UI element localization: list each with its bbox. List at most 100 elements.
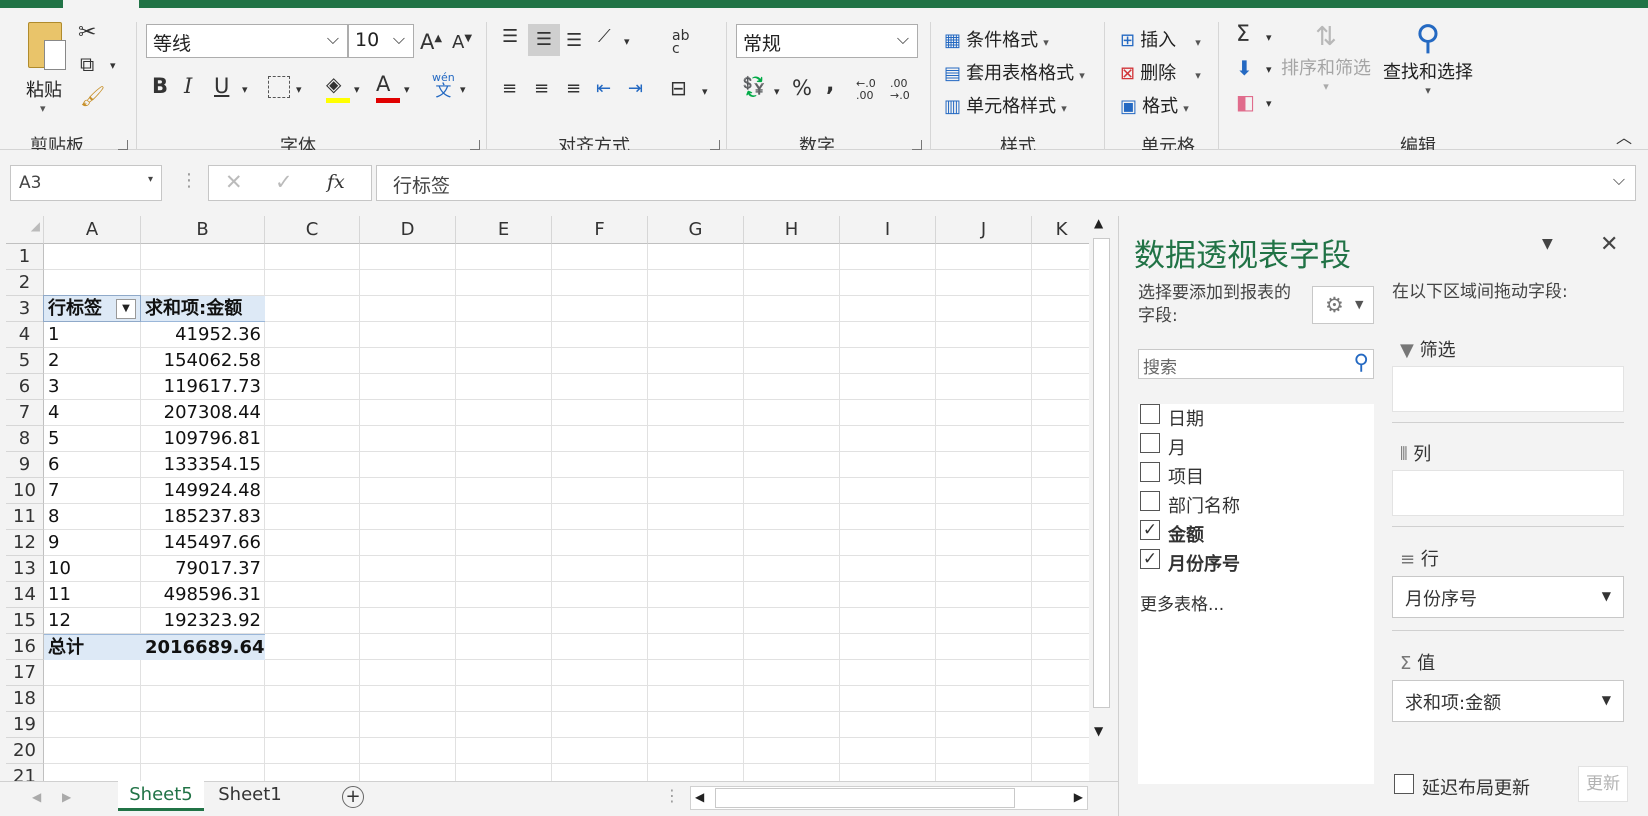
bold-button[interactable]: B bbox=[152, 76, 168, 97]
field-item[interactable]: 日期 bbox=[1138, 404, 1374, 432]
font-color-dropdown-icon[interactable]: ▾ bbox=[404, 84, 410, 95]
cell-styles-button[interactable]: ▥ 单元格样式 ▾ bbox=[944, 92, 1067, 118]
column-header-b[interactable]: B bbox=[141, 216, 265, 244]
row-header-21[interactable]: 21 bbox=[6, 764, 44, 781]
column-header-j[interactable]: J bbox=[936, 216, 1032, 244]
merge-dropdown-icon[interactable]: ▾ bbox=[702, 86, 708, 97]
row-header-20[interactable]: 20 bbox=[6, 738, 44, 764]
merge-center-icon[interactable]: ⊟ bbox=[670, 78, 687, 98]
font-launcher-icon[interactable] bbox=[470, 140, 480, 150]
pivot-row-value[interactable]: 79017.37 bbox=[141, 556, 265, 582]
delete-button[interactable]: ⊠ 删除 ▾ bbox=[1120, 59, 1201, 85]
column-header-a[interactable]: A bbox=[44, 216, 141, 244]
field-checkbox[interactable] bbox=[1140, 433, 1160, 453]
worksheet-grid[interactable]: ◢ A B C D E F G H I J K 1 2 3 4 5 6 7 8 9 10 11 12 13 14 15 16 17 18 1… bbox=[6, 216, 1089, 781]
clear-icon[interactable]: ◧ bbox=[1236, 92, 1255, 112]
align-middle-icon[interactable]: ☰ bbox=[528, 24, 560, 56]
percent-style-button[interactable]: % bbox=[792, 78, 812, 99]
pivot-row-label[interactable]: 10 bbox=[44, 556, 141, 582]
expand-formula-icon[interactable]: ⌵ bbox=[1613, 170, 1625, 190]
pivot-row-value[interactable]: 154062.58 bbox=[141, 348, 265, 374]
accounting-format-icon[interactable]: 💱 bbox=[742, 78, 766, 97]
pivot-row-label[interactable]: 8 bbox=[44, 504, 141, 530]
align-right-icon[interactable]: ≡ bbox=[566, 80, 581, 98]
copy-icon[interactable]: ⧉ bbox=[80, 54, 94, 74]
collapse-ribbon-icon[interactable]: ︿ bbox=[1616, 130, 1632, 146]
autosum-dropdown-icon[interactable]: ▾ bbox=[1266, 32, 1272, 43]
row-header-3[interactable]: 3 bbox=[6, 296, 44, 322]
alignment-launcher-icon[interactable] bbox=[710, 140, 720, 150]
row-header-14[interactable]: 14 bbox=[6, 582, 44, 608]
font-color-icon[interactable]: A bbox=[376, 74, 400, 103]
scroll-down-icon[interactable]: ▼ bbox=[1094, 724, 1103, 738]
pivot-row-label[interactable]: 12 bbox=[44, 608, 141, 634]
pivot-row-label[interactable]: 2 bbox=[44, 348, 141, 374]
chevron-down-icon[interactable]: ▼ bbox=[1602, 693, 1611, 707]
column-header-e[interactable]: E bbox=[456, 216, 552, 244]
row-label-filter-button[interactable]: ▼ bbox=[116, 299, 136, 319]
more-tables-link[interactable]: 更多表格... bbox=[1140, 590, 1224, 615]
row-header-11[interactable]: 11 bbox=[6, 504, 44, 530]
pane-options-icon[interactable]: ▼ bbox=[1542, 236, 1553, 252]
orientation-dropdown-icon[interactable]: ▾ bbox=[624, 36, 630, 47]
comma-style-button[interactable]: , bbox=[826, 74, 834, 96]
pivot-row-value[interactable]: 145497.66 bbox=[141, 530, 265, 556]
pivot-row-value[interactable]: 133354.15 bbox=[141, 452, 265, 478]
clear-dropdown-icon[interactable]: ▾ bbox=[1266, 98, 1272, 109]
format-button[interactable]: ▣ 格式 ▾ bbox=[1120, 92, 1189, 118]
tab-split-icon[interactable]: ⋮ bbox=[664, 788, 680, 804]
next-sheet-icon[interactable]: ▶ bbox=[62, 791, 71, 803]
formula-input[interactable]: 行标签 ⌵ bbox=[376, 165, 1636, 201]
row-header-12[interactable]: 12 bbox=[6, 530, 44, 556]
sheet-tab-sheet5[interactable]: Sheet5 bbox=[118, 781, 204, 811]
pivot-row-label[interactable]: 7 bbox=[44, 478, 141, 504]
field-checkbox[interactable]: ✓ bbox=[1140, 520, 1160, 540]
pivot-row-value[interactable]: 41952.36 bbox=[141, 322, 265, 348]
column-header-g[interactable]: G bbox=[648, 216, 744, 244]
field-settings-button[interactable]: ⚙ ▼ bbox=[1312, 286, 1374, 324]
field-item[interactable]: 部门名称 bbox=[1138, 491, 1374, 519]
align-center-icon[interactable]: ≡ bbox=[534, 80, 549, 98]
align-bottom-icon[interactable]: ☰ bbox=[566, 32, 582, 50]
row-header-7[interactable]: 7 bbox=[6, 400, 44, 426]
pivot-row-label[interactable]: 11 bbox=[44, 582, 141, 608]
sheet-tab-sheet1[interactable]: Sheet1 bbox=[208, 782, 292, 810]
field-item[interactable]: ✓ 金额 bbox=[1138, 520, 1374, 548]
row-header-17[interactable]: 17 bbox=[6, 660, 44, 686]
pivot-row-label[interactable]: 6 bbox=[44, 452, 141, 478]
insert-button[interactable]: ⊞ 插入 ▾ bbox=[1120, 26, 1201, 52]
column-header-d[interactable]: D bbox=[360, 216, 456, 244]
field-checkbox[interactable] bbox=[1140, 491, 1160, 511]
clipboard-launcher-icon[interactable] bbox=[118, 140, 128, 150]
sort-filter-button[interactable]: ⇅ 排序和筛选 ▾ bbox=[1280, 22, 1372, 93]
pivot-row-label[interactable]: 4 bbox=[44, 400, 141, 426]
field-item[interactable]: 月 bbox=[1138, 433, 1374, 461]
decrease-indent-icon[interactable]: ⇤ bbox=[596, 80, 611, 98]
pivot-row-label[interactable]: 1 bbox=[44, 322, 141, 348]
align-top-icon[interactable]: ☰ bbox=[502, 28, 518, 46]
increase-indent-icon[interactable]: ⇥ bbox=[628, 80, 643, 98]
column-header-h[interactable]: H bbox=[744, 216, 840, 244]
increase-font-icon[interactable]: A▲ bbox=[420, 32, 442, 53]
columns-drop-zone[interactable] bbox=[1392, 470, 1624, 516]
pivot-value-header[interactable]: 求和项:金额 bbox=[141, 296, 265, 322]
fill-icon[interactable]: ⬇ bbox=[1236, 58, 1253, 78]
field-checkbox[interactable] bbox=[1140, 404, 1160, 424]
number-launcher-icon[interactable] bbox=[912, 140, 922, 150]
font-name-combo[interactable]: 等线 ⌵ bbox=[146, 24, 348, 58]
scroll-up-icon[interactable]: ▲ bbox=[1094, 216, 1103, 230]
insert-function-icon[interactable]: fx bbox=[327, 173, 345, 192]
copy-dropdown-icon[interactable]: ▾ bbox=[110, 60, 116, 71]
fill-color-icon[interactable]: ◈ bbox=[326, 74, 350, 103]
filter-drop-zone[interactable] bbox=[1392, 366, 1624, 412]
pivot-row-value[interactable]: 498596.31 bbox=[141, 582, 265, 608]
row-header-1[interactable]: 1 bbox=[6, 244, 44, 270]
row-header-15[interactable]: 15 bbox=[6, 608, 44, 634]
increase-decimal-button[interactable]: ←.0 .00 bbox=[856, 78, 884, 102]
scroll-right-icon[interactable]: ▶ bbox=[1074, 790, 1083, 804]
accounting-dropdown-icon[interactable]: ▾ bbox=[774, 86, 780, 97]
row-header-9[interactable]: 9 bbox=[6, 452, 44, 478]
row-header-8[interactable]: 8 bbox=[6, 426, 44, 452]
pivot-row-label[interactable]: 9 bbox=[44, 530, 141, 556]
rows-field-item[interactable]: 月份序号 ▼ bbox=[1392, 576, 1624, 618]
